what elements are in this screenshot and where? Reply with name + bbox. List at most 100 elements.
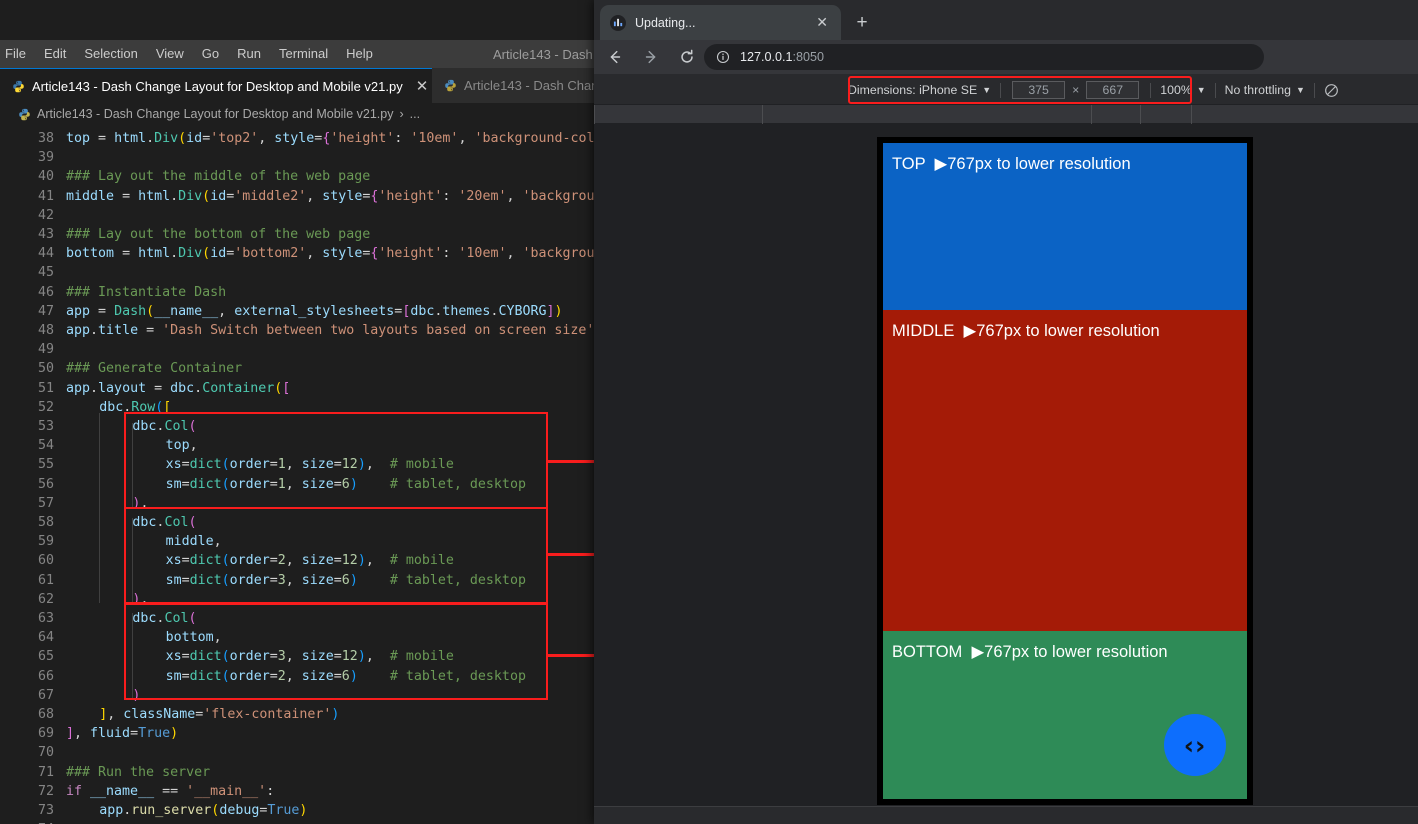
menu-item-help[interactable]: Help <box>337 46 382 62</box>
line-number: 63 <box>37 611 54 626</box>
line-number: 45 <box>37 265 54 281</box>
block-text: 767px to lower resolution <box>984 643 1168 661</box>
code-text: ### Run the server <box>66 764 211 780</box>
line-number: 39 <box>37 150 54 166</box>
col-bottom-box <box>124 603 548 700</box>
new-tab-button[interactable]: + <box>849 10 875 36</box>
breadcrumb-more[interactable]: ... <box>410 107 420 121</box>
line-number: 52 <box>37 399 54 415</box>
menu-item-edit[interactable]: Edit <box>35 46 75 62</box>
line-number: 54 <box>37 438 54 454</box>
close-icon[interactable]: ✕ <box>416 77 429 95</box>
line-number: 70 <box>37 745 54 761</box>
breadcrumb-separator: › <box>399 107 404 121</box>
browser-tab[interactable]: Updating... ✕ <box>600 5 841 40</box>
line-number: 61 <box>37 572 54 588</box>
line-number: 59 <box>37 534 54 550</box>
chevron-down-icon: ▼ <box>1196 85 1206 95</box>
code-text: app.run_server(debug=True) <box>99 803 308 818</box>
col-middle-box <box>124 507 548 604</box>
block-text: 767px to lower resolution <box>976 322 1160 340</box>
block-label: BOTTOM <box>892 643 963 661</box>
ruler-divider <box>1191 105 1192 125</box>
code-text: ### Lay out the bottom of the web page <box>66 227 371 242</box>
python-icon <box>444 79 457 92</box>
line-number: 67 <box>37 687 54 703</box>
code-text: app.layout = dbc.Container([ <box>66 380 291 396</box>
python-icon <box>12 80 25 93</box>
browser-tab-title: Updating... <box>635 15 696 30</box>
url-port: :8050 <box>792 50 825 64</box>
line-number: 50 <box>37 361 54 377</box>
code-toggle-button[interactable]: ‹› <box>1164 714 1226 776</box>
code-text: top = html.Div(id='top2', style={'height… <box>66 131 611 146</box>
page-block-middle: MIDDLE ▶767px to lower resolution <box>883 310 1247 631</box>
indent-guide <box>99 413 100 603</box>
ruler-divider <box>1091 105 1092 125</box>
menu-item-terminal[interactable]: Terminal <box>270 46 337 62</box>
menu-item-file[interactable]: File <box>0 46 35 62</box>
editor-tab-active[interactable]: Article143 - Dash Change Layout for Desk… <box>0 68 439 103</box>
code-text: bottom = html.Div(id='bottom2', style={'… <box>66 246 611 262</box>
editor-tab-inactive[interactable]: Article143 - Dash Chan <box>432 68 609 103</box>
forward-icon[interactable] <box>636 42 666 72</box>
code-text: app.title = 'Dash Switch between two lay… <box>66 323 595 338</box>
col-top-box <box>124 412 548 509</box>
play-triangle-icon: ▶ <box>971 643 985 661</box>
line-number: 55 <box>37 457 54 473</box>
line-number: 72 <box>37 783 54 799</box>
no-network-icon[interactable] <box>1324 83 1339 98</box>
code-text: app = Dash(__name__, external_stylesheet… <box>66 303 563 319</box>
vscode-menubar[interactable]: File Edit Selection View Go Run Terminal Help <box>0 46 382 62</box>
line-number: 49 <box>37 342 54 358</box>
code-text: middle = html.Div(id='middle2', style={'… <box>66 188 611 204</box>
menu-item-run[interactable]: Run <box>228 46 270 62</box>
block-text: 767px to lower resolution <box>947 155 1131 173</box>
dash-favicon <box>610 14 626 31</box>
vscode-window-title: Article143 - Dash C <box>493 47 606 62</box>
throttling-label: No throttling <box>1224 83 1291 97</box>
screenshot-root: File Edit Selection View Go Run Terminal Help A… <box>0 0 1418 824</box>
ruler-divider <box>594 105 595 125</box>
info-circle-icon[interactable] <box>716 50 731 65</box>
divider <box>1214 82 1216 98</box>
line-number: 43 <box>37 227 54 242</box>
block-label: MIDDLE <box>892 322 955 340</box>
menu-item-view[interactable]: View <box>147 46 193 62</box>
editor-tab-label: Article143 - Dash Change Layout for Desk… <box>32 78 403 94</box>
code-text: ], className='flex-container') <box>99 707 340 722</box>
menu-item-selection[interactable]: Selection <box>75 46 146 62</box>
code-text: ], fluid=True) <box>66 726 179 742</box>
close-icon[interactable]: ✕ <box>813 14 831 31</box>
line-number: 68 <box>37 707 54 722</box>
block-label: TOP <box>892 155 926 173</box>
line-number: 41 <box>37 188 54 204</box>
menu-item-go[interactable]: Go <box>193 46 228 62</box>
line-number: 53 <box>37 419 54 434</box>
device-frame: TOP ▶767px to lower resolution MIDDLE ▶7… <box>877 137 1253 805</box>
url-text[interactable]: 127.0.0.1:8050 <box>740 50 824 64</box>
devtools-toolbar-highlight <box>848 76 1192 104</box>
divider <box>1313 82 1315 98</box>
line-number: 65 <box>37 649 54 665</box>
devtools-bottom-strip <box>594 806 1418 824</box>
devtools-ruler <box>594 104 1418 125</box>
breadcrumb-file[interactable]: Article143 - Dash Change Layout for Desk… <box>37 107 393 121</box>
reload-icon[interactable] <box>672 42 702 72</box>
line-number: 44 <box>37 246 54 262</box>
chevron-down-icon: ▼ <box>1295 85 1305 95</box>
back-icon[interactable] <box>600 42 630 72</box>
line-number: 66 <box>37 668 54 684</box>
code-text: if __name__ == '__main__': <box>66 783 275 799</box>
code-text: ### Lay out the middle of the web page <box>66 169 371 185</box>
address-bar[interactable]: 127.0.0.1:8050 <box>704 44 1264 70</box>
line-number: 74 <box>24 820 54 824</box>
line-number: 56 <box>37 476 54 492</box>
line-number: 38 <box>37 131 54 146</box>
device-emulation-stage: TOP ▶767px to lower resolution MIDDLE ▶7… <box>594 124 1418 824</box>
page-block-bottom: BOTTOM ▶767px to lower resolution ‹› <box>883 631 1247 799</box>
throttling-select[interactable]: No throttling ▼ <box>1225 83 1305 97</box>
line-number: 58 <box>37 515 54 530</box>
url-host: 127.0.0.1 <box>740 50 793 64</box>
browser-tabstrip: Updating... ✕ + <box>594 0 1418 40</box>
